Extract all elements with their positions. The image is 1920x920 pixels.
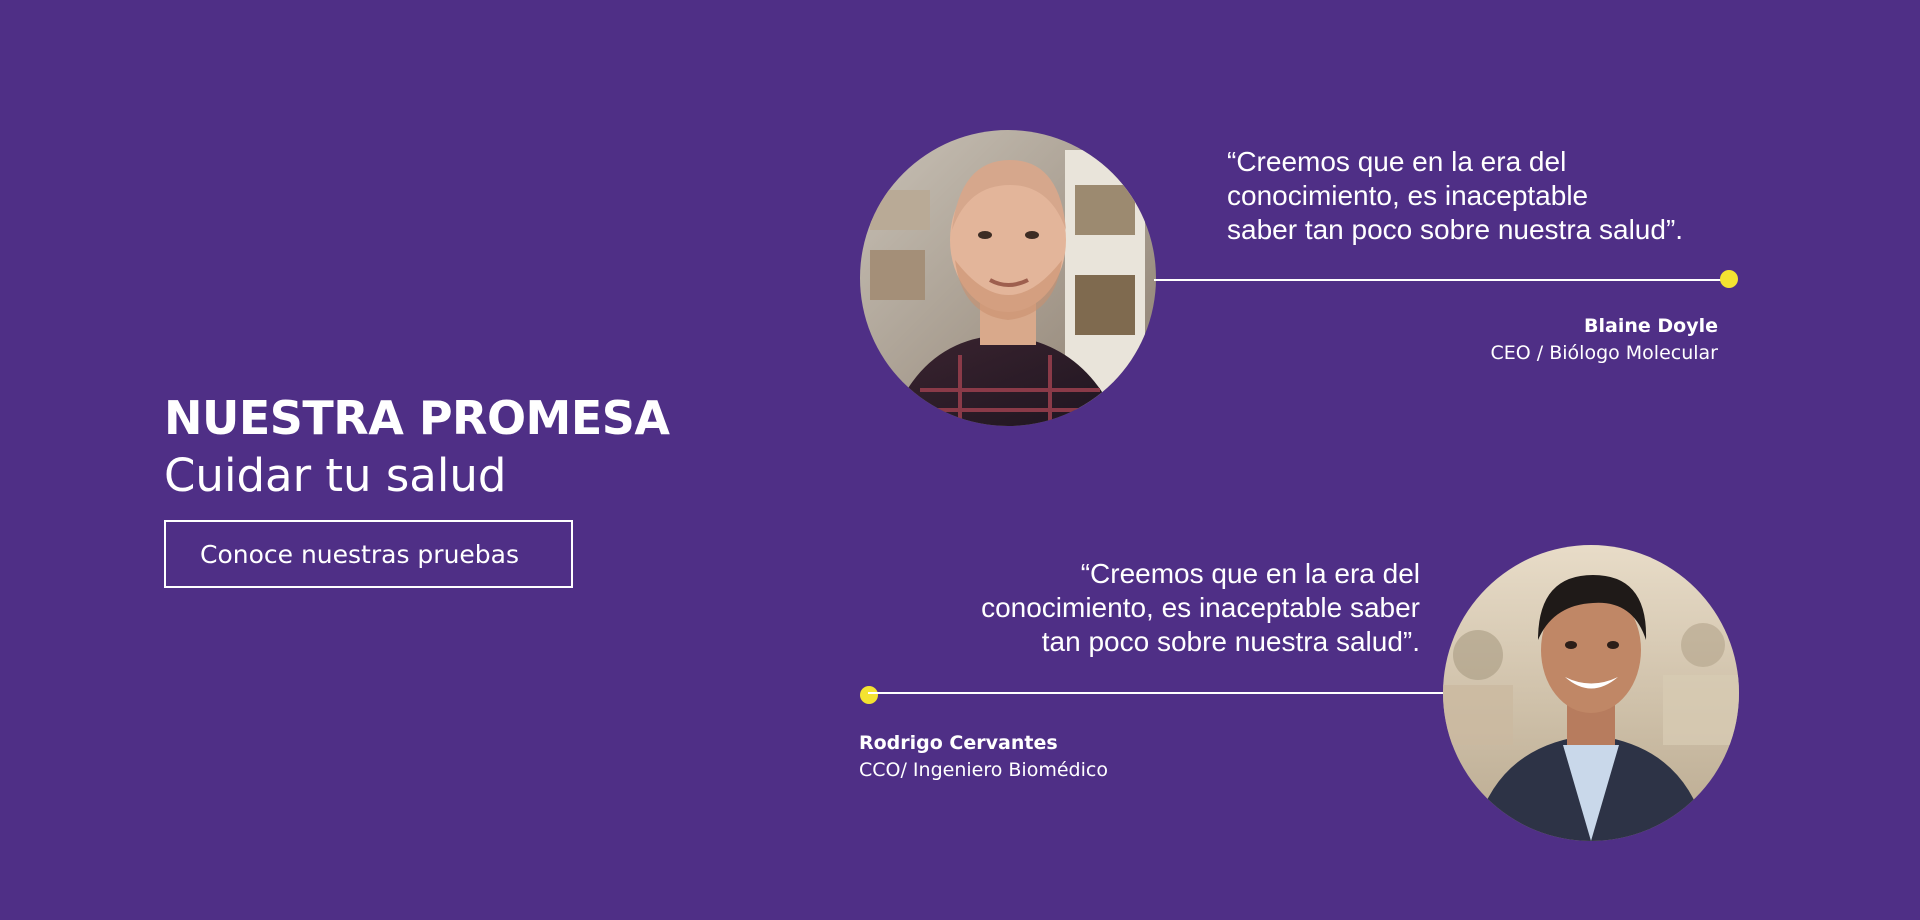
- rodrigo-quote: “Creemos que en la era del conocimiento,…: [981, 557, 1420, 659]
- quote-line: conocimiento, es inaceptable saber: [981, 592, 1420, 623]
- person-name: Rodrigo Cervantes: [859, 732, 1058, 754]
- quote-line: tan poco sobre nuestra salud”.: [1041, 626, 1420, 657]
- connector-dot: [1720, 270, 1738, 288]
- portrait-photo-icon: [1443, 545, 1739, 841]
- blaine-quote: “Creemos que en la era del conocimiento,…: [1227, 145, 1683, 247]
- person-role: CCO/ Ingeniero Biomédico: [859, 759, 1108, 781]
- quote-line: conocimiento, es inaceptable: [1227, 180, 1589, 211]
- quote-line: saber tan poco sobre nuestra salud”.: [1227, 214, 1684, 245]
- page: NUESTRA PROMESA Cuidar tu salud Conoce n…: [0, 0, 1920, 920]
- hero-section: NUESTRA PROMESA Cuidar tu salud Conoce n…: [164, 388, 670, 588]
- portrait-photo-icon: [860, 130, 1156, 426]
- connector-line: [1154, 279, 1734, 281]
- connector-dot: [860, 686, 878, 704]
- quote-line: “Creemos que en la era del: [1227, 146, 1567, 177]
- blaine-photo: [860, 130, 1156, 426]
- rodrigo-photo: [1443, 545, 1739, 841]
- person-role: CEO / Biólogo Molecular: [1490, 342, 1718, 364]
- page-subtitle: Cuidar tu salud: [164, 449, 507, 502]
- quote-line: “Creemos que en la era del: [1080, 558, 1420, 589]
- page-title: NUESTRA PROMESA: [164, 391, 670, 445]
- connector-line: [868, 692, 1448, 694]
- person-name: Blaine Doyle: [1584, 315, 1718, 337]
- conoce-pruebas-button[interactable]: Conoce nuestras pruebas: [164, 520, 573, 588]
